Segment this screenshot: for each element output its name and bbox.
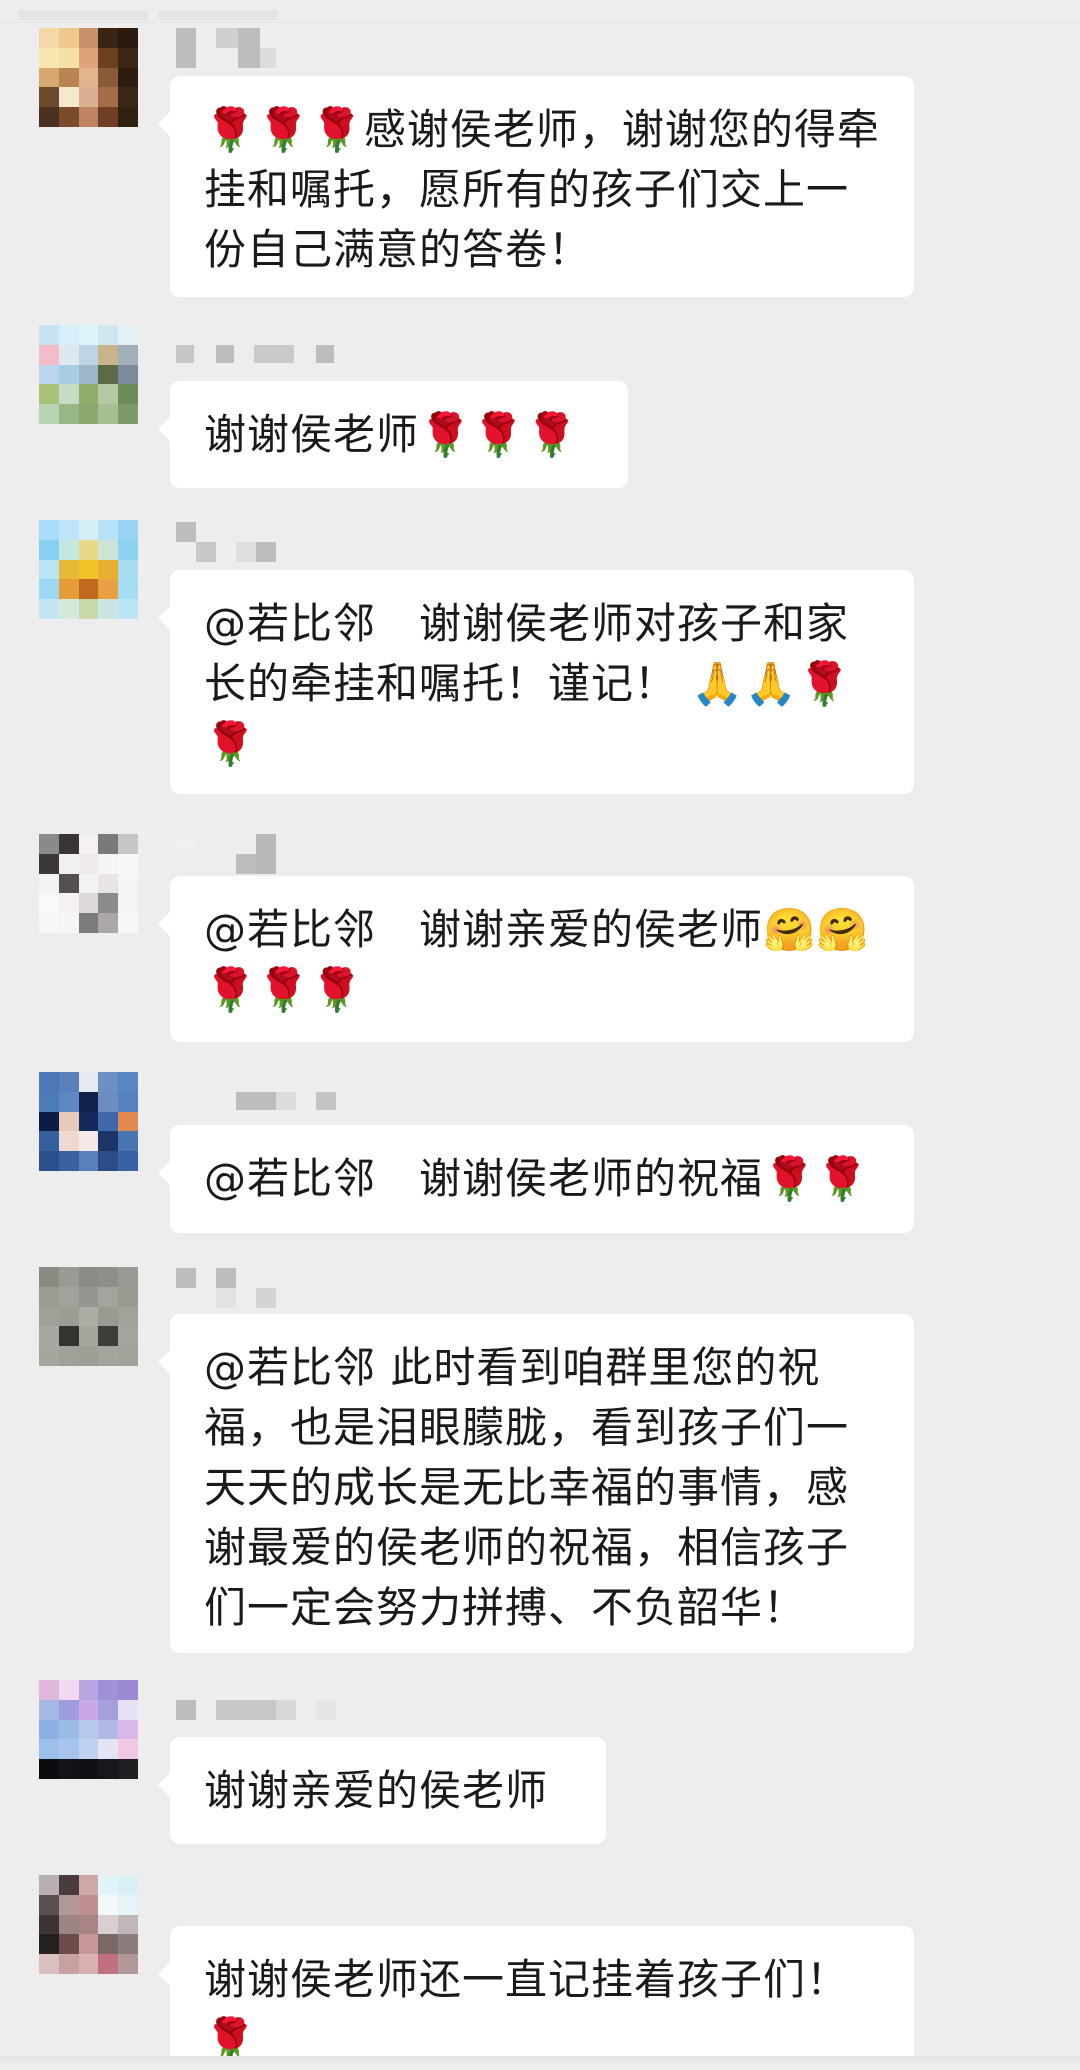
message-bubble[interactable]: 🌹🌹🌹感谢侯老师，谢谢您的得牵挂和嘱托，愿所有的孩子们交上一份自己满意的答卷！ bbox=[158, 76, 914, 297]
nickname bbox=[236, 1092, 336, 1110]
nickname bbox=[176, 28, 276, 68]
avatar[interactable] bbox=[39, 1072, 138, 1171]
top-edge bbox=[0, 0, 1080, 23]
nickname bbox=[176, 345, 336, 363]
avatar[interactable] bbox=[39, 834, 138, 933]
bottom-edge bbox=[0, 2056, 1080, 2063]
nickname bbox=[176, 522, 276, 562]
nickname bbox=[176, 1268, 276, 1308]
top-edge-segment bbox=[18, 10, 148, 20]
message-bubble[interactable]: @若比邻 谢谢侯老师对孩子和家长的牵挂和嘱托！谨记！ 🙏🙏🌹🌹 bbox=[158, 570, 914, 794]
avatar[interactable] bbox=[39, 1267, 138, 1366]
nickname bbox=[176, 834, 276, 874]
nickname bbox=[176, 1700, 336, 1720]
avatar[interactable] bbox=[39, 1875, 138, 1974]
message-bubble[interactable]: @若比邻 谢谢侯老师的祝福🌹🌹 bbox=[158, 1125, 914, 1233]
message-bubble[interactable]: @若比邻 此时看到咱群里您的祝福，也是泪眼朦胧，看到孩子们一天天的成长是无比幸福… bbox=[158, 1314, 914, 1653]
avatar[interactable] bbox=[39, 325, 138, 424]
message-bubble[interactable]: 谢谢亲爱的侯老师 bbox=[158, 1737, 606, 1844]
message-bubble[interactable]: 谢谢侯老师还一直记挂着孩子们！🌹 bbox=[158, 1926, 914, 2064]
top-edge-segment bbox=[158, 10, 278, 20]
avatar[interactable] bbox=[39, 28, 138, 127]
avatar[interactable] bbox=[39, 520, 138, 619]
avatar[interactable] bbox=[39, 1680, 138, 1779]
message-bubble[interactable]: 谢谢侯老师🌹🌹🌹 bbox=[158, 381, 628, 488]
message-bubble[interactable]: @若比邻 谢谢亲爱的侯老师🤗🤗🌹🌹🌹 bbox=[158, 876, 914, 1042]
